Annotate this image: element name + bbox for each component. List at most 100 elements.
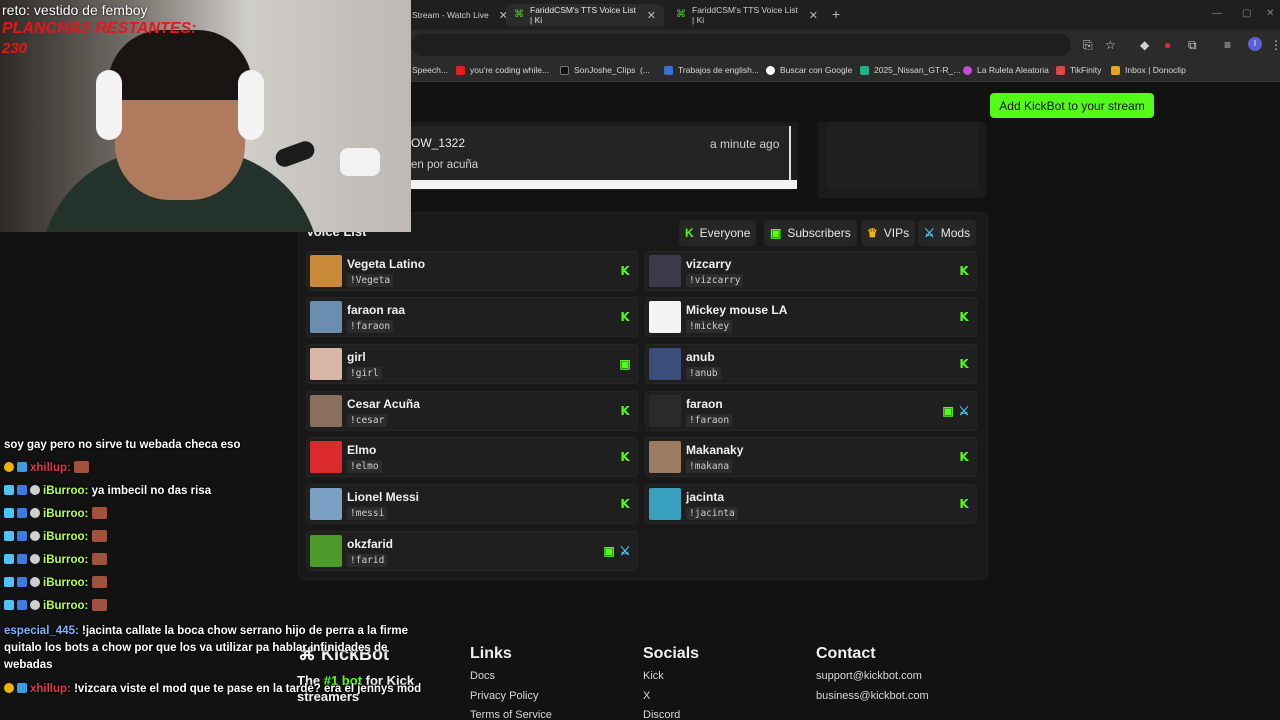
bookmark-item[interactable]: Speech... bbox=[412, 65, 448, 75]
bookmark-item[interactable]: TikFinity bbox=[1056, 65, 1101, 75]
voice-name: vizcarry bbox=[686, 257, 732, 271]
mod-badge-icon bbox=[4, 485, 14, 495]
chat-username[interactable]: xhillup: bbox=[30, 683, 71, 695]
filter-mods-button[interactable]: ⚔ Mods bbox=[918, 220, 977, 246]
footer-link-privacy[interactable]: Privacy Policy bbox=[470, 690, 538, 702]
webcam-overlay: reto: vestido de femboy PLANCHAS RESTANT… bbox=[0, 0, 411, 232]
bookmark-item[interactable]: (... bbox=[640, 65, 650, 75]
bookmark-site-icon bbox=[860, 65, 869, 75]
emote-icon bbox=[91, 507, 107, 519]
chat-username[interactable]: iBurroo: bbox=[43, 485, 88, 497]
voice-command: !girl bbox=[347, 367, 382, 380]
voice-badges: ▣ ⚔ bbox=[603, 544, 631, 558]
chat-username[interactable]: iBurroo: bbox=[43, 531, 88, 543]
footer-social-x[interactable]: X bbox=[643, 690, 650, 702]
chat-message: iBurroo: bbox=[4, 529, 434, 546]
voice-avatar bbox=[649, 441, 681, 473]
extension-diamond-icon[interactable]: ◆ bbox=[1140, 38, 1149, 52]
headphone-right bbox=[238, 70, 264, 140]
footer-social-discord[interactable]: Discord bbox=[643, 709, 680, 720]
voice-badges: K bbox=[619, 404, 631, 418]
bookmark-item[interactable]: 2025_Nissan_GT-R_... bbox=[860, 65, 960, 75]
emote-icon bbox=[91, 530, 107, 542]
footer-contact-support[interactable]: support@kickbot.com bbox=[816, 670, 922, 682]
filter-vips-button[interactable]: ♛ VIPs bbox=[861, 220, 916, 246]
translate-icon[interactable]: ⎘ bbox=[1083, 38, 1093, 53]
footer-contact-business[interactable]: business@kickbot.com bbox=[816, 690, 929, 702]
tiktok-icon bbox=[560, 65, 569, 75]
footer-link-terms[interactable]: Terms of Service bbox=[470, 709, 552, 720]
close-icon[interactable]: ✕ bbox=[647, 9, 656, 22]
chat-message: iBurroo: bbox=[4, 575, 434, 592]
chat-message: iBurroo: ya imbecil no das risa bbox=[4, 483, 434, 500]
chat-text: !vizcara viste el mod que te pase en la … bbox=[74, 683, 422, 695]
bookmark-item[interactable]: you're coding while... bbox=[456, 65, 549, 75]
tab-voice-list-active[interactable]: ⌘ FariddCSM's TTS Voice List | Ki ✕ bbox=[506, 4, 664, 26]
gift-icon: ▣ bbox=[603, 544, 615, 558]
chat-username[interactable]: iBurroo: bbox=[43, 600, 88, 612]
chat-message: soy gay pero no sirve tu webada checa es… bbox=[4, 437, 434, 454]
horizontal-scrollbar[interactable] bbox=[411, 180, 797, 189]
url-input[interactable] bbox=[411, 34, 1071, 56]
close-icon[interactable]: ✕ bbox=[809, 9, 818, 22]
extension-red-icon[interactable]: ● bbox=[1164, 38, 1171, 52]
overlay-planchas-label: PLANCHAS RESTANTES: bbox=[2, 20, 197, 37]
voice-card[interactable]: Cesar Acuña !cesar K bbox=[306, 391, 638, 431]
google-icon bbox=[766, 65, 775, 75]
new-tab-button[interactable]: + bbox=[832, 6, 840, 22]
bookmark-item[interactable]: Buscar con Google bbox=[766, 65, 852, 75]
voice-command: !Vegeta bbox=[347, 274, 394, 287]
sub-badge-icon bbox=[17, 485, 27, 495]
voice-name: faraon bbox=[686, 397, 723, 411]
window-close-icon[interactable]: ✕ bbox=[1266, 8, 1274, 19]
emote-icon bbox=[91, 576, 107, 588]
voice-card[interactable]: anub !anub K bbox=[645, 344, 977, 384]
overlay-planchas-value: 230 bbox=[2, 40, 28, 57]
tab-voice-list[interactable]: ⌘ FariddCSM's TTS Voice List | Ki ✕ bbox=[668, 4, 826, 26]
bookmark-item[interactable]: Trabajos de english... bbox=[664, 65, 759, 75]
bookmark-site-icon bbox=[664, 65, 673, 75]
footer-link-docs[interactable]: Docs bbox=[470, 670, 495, 682]
voice-card[interactable]: faraon !faraon ▣ ⚔ bbox=[645, 391, 977, 431]
chat-username[interactable]: iBurroo: bbox=[43, 508, 88, 520]
extensions-puzzle-icon[interactable]: ⧉ bbox=[1188, 38, 1197, 53]
menu-kebab-icon[interactable]: ⋮ bbox=[1270, 38, 1280, 52]
filter-subscribers-button[interactable]: ▣ Subscribers bbox=[764, 220, 857, 246]
voice-name: Mickey mouse LA bbox=[686, 303, 788, 317]
chat-username[interactable]: iBurroo: bbox=[43, 577, 88, 589]
bookmark-star-icon[interactable]: ☆ bbox=[1105, 38, 1116, 52]
voice-card[interactable]: jacinta !jacinta K bbox=[645, 484, 977, 524]
bookmark-item[interactable]: Inbox | Donoclip bbox=[1111, 65, 1186, 75]
kick-icon: K bbox=[620, 450, 630, 464]
roulette-icon bbox=[963, 65, 972, 75]
add-kickbot-button[interactable]: Add KickBot to your stream bbox=[990, 93, 1154, 118]
profile-avatar[interactable]: I bbox=[1248, 37, 1262, 51]
mod-badge-icon bbox=[4, 531, 14, 541]
voice-card[interactable]: Makanaky !makana K bbox=[645, 437, 977, 477]
voice-command: !vizcarry bbox=[686, 274, 744, 287]
voice-card[interactable]: Vegeta Latino !Vegeta K bbox=[306, 251, 638, 291]
maximize-icon[interactable]: ▢ bbox=[1242, 8, 1251, 19]
bookmark-item[interactable]: La Ruleta Aleatoria bbox=[963, 65, 1049, 75]
voice-card[interactable]: vizcarry !vizcarry K bbox=[645, 251, 977, 291]
tab-stream[interactable]: Stream - Watch Live ✕ bbox=[404, 4, 516, 26]
chat-username[interactable]: especial_445: bbox=[4, 625, 79, 637]
sub-badge-icon bbox=[17, 600, 27, 610]
bookmark-item[interactable]: SonJoshe_Clips bbox=[560, 65, 635, 75]
reading-list-icon[interactable]: ≡ bbox=[1224, 38, 1231, 52]
footer-social-kick[interactable]: Kick bbox=[643, 670, 664, 682]
chat-message: especial_445: !jacinta callate la boca c… bbox=[4, 623, 434, 674]
filter-everyone-button[interactable]: K Everyone bbox=[679, 220, 757, 246]
overlay-reto-text: reto: vestido de femboy bbox=[2, 2, 148, 18]
voice-card[interactable]: faraon raa !faraon K bbox=[306, 297, 638, 337]
message-text: en por acuña bbox=[411, 159, 479, 171]
minimize-icon[interactable]: — bbox=[1212, 8, 1222, 19]
voice-avatar bbox=[649, 488, 681, 520]
voice-card[interactable]: Mickey mouse LA !mickey K bbox=[645, 297, 977, 337]
voice-card[interactable]: girl !girl ▣ bbox=[306, 344, 638, 384]
mod-badge-icon bbox=[4, 508, 14, 518]
chat-username[interactable]: iBurroo: bbox=[43, 554, 88, 566]
voice-badges: K bbox=[958, 497, 970, 511]
mod-badge-icon bbox=[4, 554, 14, 564]
chat-username[interactable]: xhillup: bbox=[30, 462, 71, 474]
